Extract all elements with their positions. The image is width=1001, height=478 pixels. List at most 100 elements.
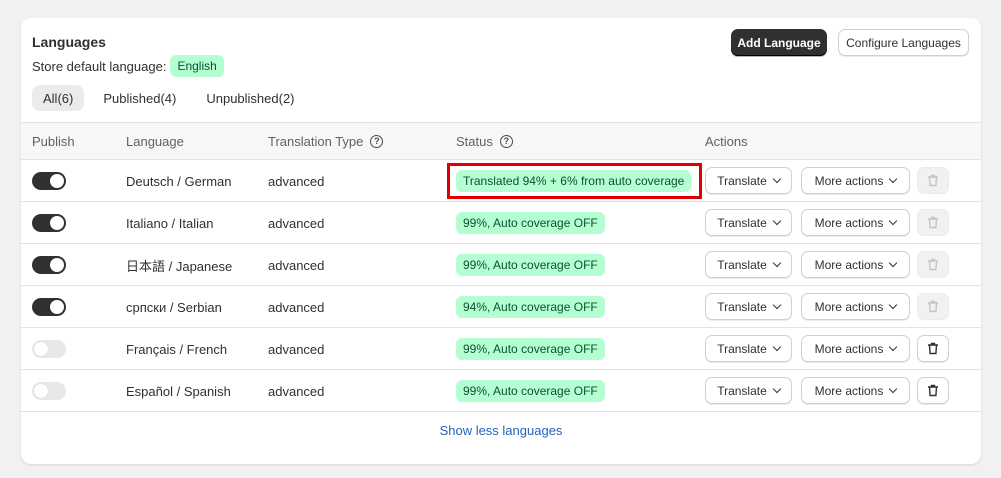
more-actions-label: More actions: [814, 383, 884, 398]
publish-toggle[interactable]: [32, 256, 66, 274]
publish-cell: [32, 244, 66, 286]
trash-icon: [927, 216, 939, 229]
chevron-down-icon: [772, 384, 782, 394]
publish-cell: [32, 160, 66, 202]
help-circle-icon[interactable]: ?: [499, 135, 513, 148]
tab-published[interactable]: Published(4): [92, 85, 187, 111]
tab-unpublished[interactable]: Unpublished(2): [195, 85, 305, 111]
configure-languages-button[interactable]: Configure Languages: [838, 29, 969, 56]
translate-button-label: Translate: [717, 299, 767, 314]
publish-cell: [32, 202, 66, 244]
publish-toggle[interactable]: [32, 214, 66, 232]
translation-type: advanced: [268, 257, 325, 273]
col-status: Status ?: [456, 134, 513, 149]
more-actions-button[interactable]: More actions: [801, 167, 910, 194]
col-language-label: Language: [126, 134, 184, 149]
trash-icon: [927, 300, 939, 313]
chevron-down-icon: [772, 300, 782, 310]
translate-button[interactable]: Translate: [705, 293, 792, 320]
col-translation-type-label: Translation Type: [268, 134, 364, 149]
table-row: српски / Serbian advanced 94%, Auto cove…: [21, 286, 981, 328]
trash-icon: [927, 258, 939, 271]
publish-cell: [32, 286, 66, 328]
status-badge: 99%, Auto coverage OFF: [456, 254, 605, 276]
languages-card: Languages Store default language: Englis…: [21, 18, 981, 464]
translate-button[interactable]: Translate: [705, 251, 792, 278]
status-cell: 99%, Auto coverage OFF: [456, 328, 605, 370]
tab-all[interactable]: All(6): [32, 85, 85, 111]
translation-type: advanced: [268, 383, 325, 399]
status-badge: 99%, Auto coverage OFF: [456, 212, 605, 234]
table-row: Italiano / Italian advanced 99%, Auto co…: [21, 202, 981, 244]
more-actions-button[interactable]: More actions: [801, 293, 910, 320]
translate-button-label: Translate: [717, 341, 767, 356]
chevron-down-icon: [772, 342, 782, 352]
col-publish: Publish: [32, 134, 75, 149]
translate-button-label: Translate: [717, 383, 767, 398]
delete-button: [917, 251, 949, 278]
language-name: Français / French: [126, 341, 228, 357]
help-circle-icon[interactable]: ?: [370, 135, 384, 148]
translate-button[interactable]: Translate: [705, 377, 792, 404]
publish-cell: [32, 328, 66, 370]
publish-toggle[interactable]: [32, 382, 66, 400]
chevron-down-icon: [772, 258, 782, 268]
col-actions-label: Actions: [705, 134, 748, 149]
translate-button[interactable]: Translate: [705, 209, 792, 236]
chevron-down-icon: [772, 174, 782, 184]
publish-toggle[interactable]: [32, 340, 66, 358]
delete-button[interactable]: [917, 335, 949, 362]
col-actions: Actions: [705, 134, 748, 149]
trash-icon: [927, 174, 939, 187]
more-actions-button[interactable]: More actions: [801, 209, 910, 236]
translation-type: advanced: [268, 215, 325, 231]
more-actions-label: More actions: [814, 173, 884, 188]
language-name: 日本語 / Japanese: [126, 258, 233, 274]
default-language-label: Store default language:: [32, 58, 167, 74]
trash-icon: [927, 342, 939, 355]
more-actions-label: More actions: [814, 215, 884, 230]
translation-type: advanced: [268, 299, 325, 315]
more-actions-label: More actions: [814, 341, 884, 356]
more-actions-button[interactable]: More actions: [801, 251, 910, 278]
chevron-down-icon: [889, 342, 898, 352]
table-header: Publish Language Translation Type ? Stat…: [21, 122, 981, 160]
status-cell: 94%, Auto coverage OFF: [456, 286, 605, 328]
publish-toggle[interactable]: [32, 172, 66, 190]
more-actions-button[interactable]: More actions: [801, 335, 910, 362]
table-row: Deutsch / German advanced Translated 94%…: [21, 160, 981, 202]
col-language: Language: [126, 134, 184, 149]
col-status-label: Status: [456, 134, 493, 149]
status-badge: Translated 94% + 6% from auto coverage: [456, 170, 692, 192]
delete-button: [917, 167, 949, 194]
col-translation-type: Translation Type ?: [268, 134, 384, 149]
chevron-down-icon: [889, 300, 898, 310]
more-actions-label: More actions: [814, 299, 884, 314]
show-less-languages-link[interactable]: Show less languages: [21, 423, 981, 438]
chevron-down-icon: [889, 384, 898, 394]
more-actions-button[interactable]: More actions: [801, 377, 910, 404]
translate-button[interactable]: Translate: [705, 167, 792, 194]
chevron-down-icon: [889, 174, 898, 184]
status-cell: 99%, Auto coverage OFF: [456, 202, 605, 244]
status-badge: 99%, Auto coverage OFF: [456, 380, 605, 402]
translation-type: advanced: [268, 341, 325, 357]
status-cell: 99%, Auto coverage OFF: [456, 244, 605, 286]
delete-button[interactable]: [917, 377, 949, 404]
translate-button-label: Translate: [717, 173, 767, 188]
add-language-button[interactable]: Add Language: [731, 29, 827, 56]
language-name: српски / Serbian: [126, 299, 222, 315]
table-row: 日本語 / Japanese advanced 99%, Auto covera…: [21, 244, 981, 286]
language-name: Italiano / Italian: [126, 215, 214, 231]
delete-button: [917, 293, 949, 320]
publish-toggle[interactable]: [32, 298, 66, 316]
status-cell: 99%, Auto coverage OFF: [456, 370, 605, 412]
col-publish-label: Publish: [32, 134, 75, 149]
filter-tabs: All(6) Published(4) Unpublished(2): [32, 85, 306, 111]
translation-type: advanced: [268, 173, 325, 189]
delete-button: [917, 209, 949, 236]
publish-cell: [32, 370, 66, 412]
translate-button[interactable]: Translate: [705, 335, 792, 362]
card-title: Languages: [32, 34, 106, 50]
table-row: Français / French advanced 99%, Auto cov…: [21, 328, 981, 370]
